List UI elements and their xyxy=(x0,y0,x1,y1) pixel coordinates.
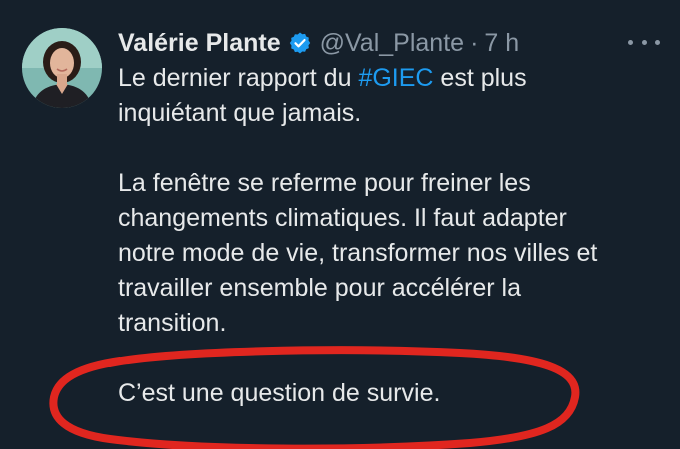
verified-badge-icon xyxy=(288,31,312,55)
text-span: est plus xyxy=(433,64,527,92)
tweet-line: notre mode de vie, transformer nos ville… xyxy=(118,239,598,267)
highlighted-line: C’est une question de survie. xyxy=(118,379,441,407)
tweet-line: La fenêtre se referme pour freiner les xyxy=(118,169,531,197)
text-span: Le dernier rapport du xyxy=(118,64,359,92)
tweet-line: Le dernier rapport du #GIEC est plus xyxy=(118,61,668,96)
tweet-line: changements climatiques. Il faut adapter xyxy=(118,204,567,232)
tweet-text: Le dernier rapport du #GIEC est plus inq… xyxy=(118,61,668,411)
tweet-header: Valérie Plante @Val_Plante · 7 h xyxy=(118,28,519,58)
tweet-timestamp[interactable]: 7 h xyxy=(484,28,519,58)
author-handle[interactable]: @Val_Plante xyxy=(320,28,464,58)
hashtag-link[interactable]: #GIEC xyxy=(358,64,433,92)
author-name[interactable]: Valérie Plante xyxy=(118,28,281,58)
tweet-line: inquiétant que jamais. xyxy=(118,99,362,127)
more-options-icon[interactable] xyxy=(628,30,660,54)
tweet-line: transition. xyxy=(118,309,227,337)
tweet: Valérie Plante @Val_Plante · 7 h Le dern… xyxy=(0,0,680,449)
header-separator: · xyxy=(470,29,479,57)
tweet-line: travailler ensemble pour accélérer la xyxy=(118,274,521,302)
avatar[interactable] xyxy=(22,28,102,108)
profile-photo xyxy=(22,28,102,108)
